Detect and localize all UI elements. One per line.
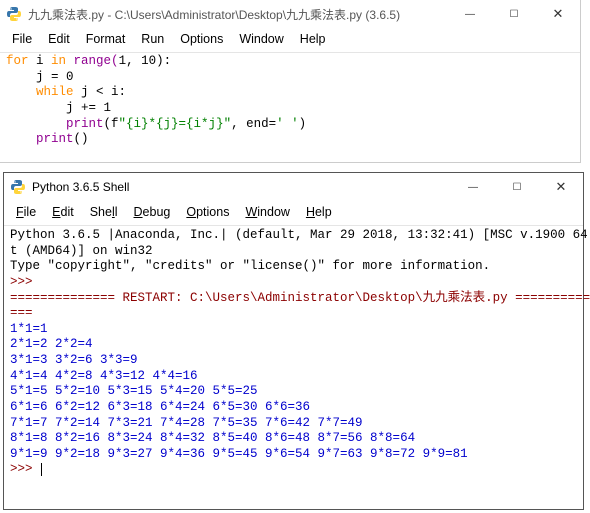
output-line: 2*1=2 2*2=4 bbox=[10, 337, 93, 351]
maximize-button[interactable]: ☐ bbox=[492, 0, 536, 28]
output-line: 4*1=4 4*2=8 4*3=12 4*4=16 bbox=[10, 369, 198, 383]
banner-line: Type "copyright", "credits" or "license(… bbox=[10, 259, 490, 273]
menu-help[interactable]: Help bbox=[298, 203, 340, 221]
menu-debug[interactable]: Debug bbox=[126, 203, 179, 221]
shell-titlebar[interactable]: Python 3.6.5 Shell — ☐ ✕ bbox=[4, 173, 583, 201]
shell-window: Python 3.6.5 Shell — ☐ ✕ File Edit Shell… bbox=[3, 172, 584, 510]
prompt: >>> bbox=[10, 462, 33, 476]
editor-menubar: File Edit Format Run Options Window Help bbox=[0, 28, 580, 52]
text-cursor bbox=[41, 463, 42, 476]
output-line: 9*1=9 9*2=18 9*3=27 9*4=36 9*5=45 9*6=54… bbox=[10, 447, 468, 461]
maximize-button[interactable]: ☐ bbox=[495, 173, 539, 201]
minimize-button[interactable]: — bbox=[451, 173, 495, 201]
menu-options[interactable]: Options bbox=[178, 203, 237, 221]
menu-options[interactable]: Options bbox=[172, 30, 231, 48]
menu-run[interactable]: Run bbox=[133, 30, 172, 48]
output-line: 3*1=3 3*2=6 3*3=9 bbox=[10, 353, 138, 367]
minimize-button[interactable]: — bbox=[448, 0, 492, 28]
prompt: >>> bbox=[10, 275, 33, 289]
python-icon bbox=[10, 179, 26, 195]
restart-line: ============== RESTART: C:\Users\Adminis… bbox=[10, 291, 590, 305]
menu-file[interactable]: File bbox=[8, 203, 44, 221]
output-line: 7*1=7 7*2=14 7*3=21 7*4=28 7*5=35 7*6=42… bbox=[10, 416, 363, 430]
close-button[interactable]: ✕ bbox=[539, 173, 583, 201]
close-button[interactable]: ✕ bbox=[536, 0, 580, 28]
shell-output[interactable]: Python 3.6.5 |Anaconda, Inc.| (default, … bbox=[4, 226, 583, 484]
shell-window-controls: — ☐ ✕ bbox=[451, 173, 583, 201]
output-line: 5*1=5 5*2=10 5*3=15 5*4=20 5*5=25 bbox=[10, 384, 258, 398]
shell-title: Python 3.6.5 Shell bbox=[32, 180, 451, 194]
editor-window-controls: — ☐ ✕ bbox=[448, 0, 580, 28]
restart-line: === bbox=[10, 306, 33, 320]
menu-window[interactable]: Window bbox=[231, 30, 291, 48]
editor-titlebar[interactable]: 九九乘法表.py - C:\Users\Administrator\Deskto… bbox=[0, 0, 580, 28]
code-editor[interactable]: for i in range(1, 10): j = 0 while j < i… bbox=[0, 53, 580, 154]
output-line: 8*1=8 8*2=16 8*3=24 8*4=32 8*5=40 8*6=48… bbox=[10, 431, 415, 445]
editor-title: 九九乘法表.py - C:\Users\Administrator\Deskto… bbox=[28, 6, 448, 23]
editor-window: 九九乘法表.py - C:\Users\Administrator\Deskto… bbox=[0, 0, 581, 163]
menu-file[interactable]: File bbox=[4, 30, 40, 48]
output-line: 1*1=1 bbox=[10, 322, 48, 336]
menu-edit[interactable]: Edit bbox=[44, 203, 82, 221]
python-icon bbox=[6, 6, 22, 22]
menu-edit[interactable]: Edit bbox=[40, 30, 78, 48]
menu-window[interactable]: Window bbox=[237, 203, 297, 221]
output-line: 6*1=6 6*2=12 6*3=18 6*4=24 6*5=30 6*6=36 bbox=[10, 400, 310, 414]
shell-menubar: File Edit Shell Debug Options Window Hel… bbox=[4, 201, 583, 225]
menu-shell[interactable]: Shell bbox=[82, 203, 126, 221]
banner-line: t (AMD64)] on win32 bbox=[10, 244, 153, 258]
menu-format[interactable]: Format bbox=[78, 30, 134, 48]
menu-help[interactable]: Help bbox=[292, 30, 334, 48]
banner-line: Python 3.6.5 |Anaconda, Inc.| (default, … bbox=[10, 228, 590, 242]
